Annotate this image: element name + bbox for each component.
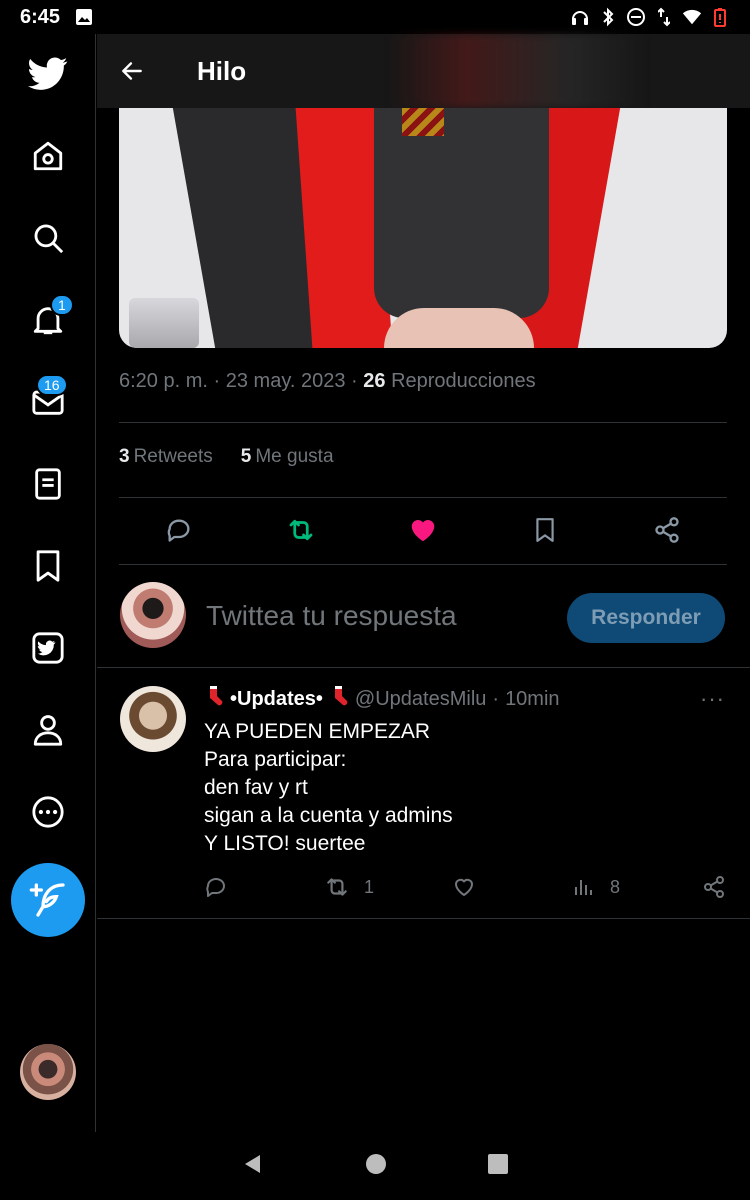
- divider: [119, 497, 727, 498]
- retweet-icon[interactable]: [281, 510, 321, 550]
- likes-count: 5: [240, 446, 252, 467]
- notifications-bell-icon[interactable]: 1: [24, 294, 74, 344]
- nav-home-icon[interactable]: [365, 1153, 387, 1180]
- more-options-icon[interactable]: [24, 788, 72, 836]
- reply-tweet-header: •Updates• @UpdatesMilu · 10min: [204, 685, 560, 713]
- retweet-icon: [327, 878, 347, 896]
- gallery-icon: [74, 7, 94, 27]
- tweet-actions: [119, 505, 727, 555]
- lists-icon[interactable]: [24, 460, 72, 508]
- red-sock-emoji-icon: [329, 685, 349, 713]
- reply-tweet-text: YA PUEDEN EMPEZAR Para participar: den f…: [204, 720, 453, 855]
- tweet-date: 23 may. 2023: [225, 370, 346, 392]
- reply-button[interactable]: Responder: [567, 593, 725, 643]
- retweet-count: 1: [364, 876, 375, 897]
- page-title: Hilo: [197, 55, 247, 86]
- image-leg: [384, 308, 534, 348]
- do-not-disturb-icon: [626, 7, 646, 27]
- status-time: 6:45: [20, 5, 61, 28]
- views-action[interactable]: 8: [572, 867, 620, 907]
- header-separator: ·: [492, 687, 500, 710]
- nav-recents-icon[interactable]: [487, 1153, 509, 1180]
- divider: [97, 667, 750, 668]
- reply-author-avatar[interactable]: [120, 686, 186, 752]
- views-bar-chart-icon: [575, 880, 592, 895]
- share-icon[interactable]: [702, 867, 726, 907]
- twitter-logo-icon[interactable]: [24, 50, 72, 98]
- meta-separator: ·: [213, 370, 221, 392]
- messages-badge: 16: [36, 374, 68, 396]
- retweets-stat[interactable]: 3 Retweets: [119, 446, 213, 468]
- compose-tweet-button[interactable]: [11, 863, 85, 937]
- like-heart-icon[interactable]: [403, 510, 443, 550]
- like-heart-icon[interactable]: [452, 867, 476, 907]
- header-image-blur: [387, 34, 647, 108]
- nav-back-icon[interactable]: [241, 1152, 265, 1181]
- reply-input[interactable]: Twittea tu respuesta: [206, 600, 457, 632]
- retweet-action[interactable]: 1: [324, 867, 374, 907]
- account-avatar[interactable]: [20, 1044, 76, 1100]
- more-menu-icon[interactable]: ···: [700, 686, 725, 712]
- views-count: 26: [363, 370, 386, 392]
- reply-author-handle[interactable]: @UpdatesMilu: [355, 688, 486, 711]
- tweet-media-image[interactable]: [119, 108, 727, 348]
- reply-tweet-actions: 1 8: [196, 867, 736, 907]
- reply-author-name[interactable]: •Updates•: [230, 688, 323, 711]
- home-icon[interactable]: [24, 132, 72, 180]
- bluetooth-icon: [598, 7, 618, 27]
- divider: [119, 422, 727, 423]
- red-sock-emoji-icon: [204, 685, 224, 713]
- views-count: 8: [610, 876, 621, 897]
- system-navigation-bar: [0, 1132, 750, 1200]
- image-tie: [402, 108, 444, 136]
- reply-time: 10min: [505, 687, 560, 710]
- data-transfer-icon: [654, 7, 674, 27]
- notification-badge: 1: [50, 294, 74, 316]
- share-icon[interactable]: [647, 510, 687, 550]
- reply-icon[interactable]: [159, 510, 199, 550]
- divider: [119, 564, 727, 565]
- likes-label: Me gusta: [255, 446, 334, 467]
- sidebar: 1 16: [0, 34, 96, 1132]
- reply-icon[interactable]: [204, 867, 228, 907]
- profile-icon[interactable]: [24, 706, 72, 754]
- thread-header: Hilo: [97, 34, 750, 108]
- headphones-icon: [570, 7, 590, 27]
- wifi-icon: [682, 7, 702, 27]
- status-bar: 6:45: [0, 0, 750, 34]
- user-avatar[interactable]: [120, 582, 186, 648]
- retweets-label: Retweets: [133, 446, 213, 467]
- image-skirt: [374, 108, 549, 318]
- bookmark-icon[interactable]: [525, 510, 565, 550]
- divider: [97, 918, 750, 919]
- views-label[interactable]: Reproducciones: [391, 370, 536, 392]
- back-arrow-icon[interactable]: [119, 58, 171, 84]
- bookmarks-icon[interactable]: [24, 542, 72, 590]
- search-icon[interactable]: [24, 214, 72, 262]
- retweets-count: 3: [119, 446, 130, 467]
- messages-envelope-icon[interactable]: 16: [24, 374, 72, 426]
- image-cup: [129, 298, 199, 348]
- tweet-time: 6:20 p. m.: [119, 370, 208, 392]
- battery-low-icon: [710, 7, 730, 27]
- twitter-blue-icon[interactable]: [24, 624, 72, 672]
- tweet-stats: 3 Retweets 5 Me gusta: [119, 446, 334, 468]
- tweet-timestamp-line: 6:20 p. m. · 23 may. 2023 · 26 Reproducc…: [119, 370, 536, 393]
- meta-separator: ·: [351, 370, 358, 392]
- likes-stat[interactable]: 5 Me gusta: [241, 446, 334, 468]
